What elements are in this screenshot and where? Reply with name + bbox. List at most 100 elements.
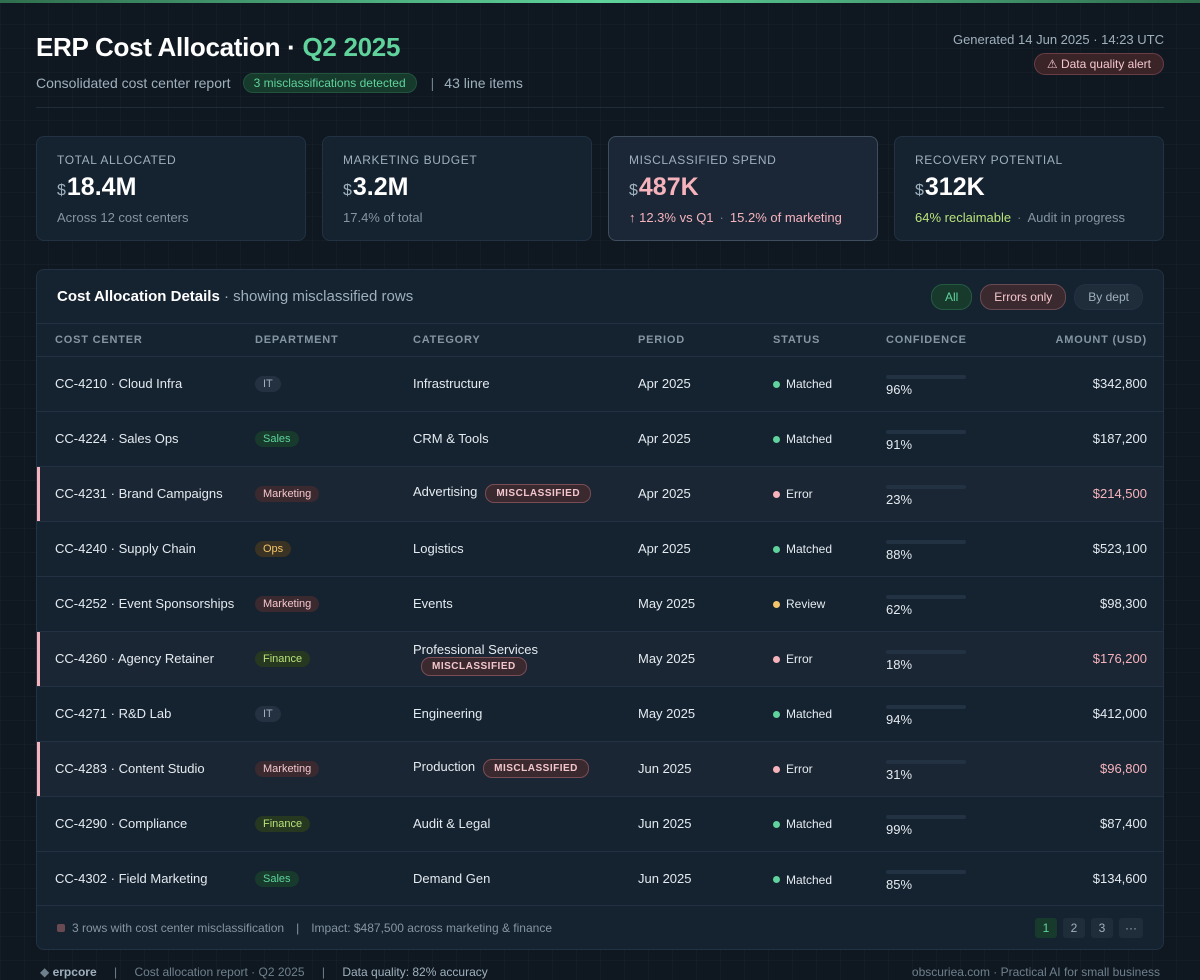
status-dot-icon xyxy=(773,600,780,608)
table-row[interactable]: CC-4290 · Compliance Finance Audit & Legal… xyxy=(37,796,1163,851)
category-cell: CRM & Tools xyxy=(395,411,620,466)
page-button-1[interactable]: 1 xyxy=(1035,917,1057,938)
department-tag: Marketing xyxy=(255,596,320,612)
confidence-value: 85% xyxy=(886,877,913,893)
status-label: Matched xyxy=(786,432,833,447)
status-cell: Matched xyxy=(755,521,868,576)
category-label: Events xyxy=(413,596,453,611)
category-label: Infrastructure xyxy=(413,376,490,391)
panel-title-muted: · showing misclassified rows xyxy=(223,288,414,305)
kpi-subtext: ↑ 12.3% vs Q1 · 15.2% of marketing xyxy=(629,210,857,225)
department-tag: Marketing xyxy=(255,761,320,777)
department-tag: IT xyxy=(255,706,281,722)
page-button-2[interactable]: 2 xyxy=(1063,917,1085,938)
confidence-bar xyxy=(886,595,966,599)
column-header-department[interactable]: DEPARTMENT xyxy=(237,324,395,356)
cost-center-cell: CC-4240 · Supply Chain xyxy=(37,521,237,576)
amount-cell: $523,100 xyxy=(988,521,1163,576)
period-cell: May 2025 xyxy=(620,631,755,686)
status-dot-icon xyxy=(773,490,780,498)
department-cell: IT xyxy=(237,356,395,411)
category-label: Engineering xyxy=(413,706,483,721)
misclassification-badge: 3 misclassifications detected xyxy=(242,73,417,93)
amount-value: $96,800 xyxy=(1100,761,1147,776)
column-header-cost-center[interactable]: COST CENTER xyxy=(37,324,237,356)
department-tag: Sales xyxy=(255,871,299,888)
amount-value: $342,800 xyxy=(1092,376,1147,391)
kpi-label: MISCLASSIFIED SPEND xyxy=(629,153,777,167)
status-indicator: Matched xyxy=(773,817,832,831)
table-row[interactable]: CC-4210 · Cloud Infra IT Infrastructure Apr… xyxy=(37,356,1163,411)
filter-errors-only[interactable]: Errors only xyxy=(980,283,1067,310)
amount-cell: $134,600 xyxy=(988,851,1163,906)
category-label: Professional Services xyxy=(413,641,538,657)
department-cell: Finance xyxy=(237,796,395,851)
period-cell: May 2025 xyxy=(620,686,755,741)
filter-by-dept[interactable]: By dept xyxy=(1074,283,1143,310)
filter-all[interactable]: All xyxy=(930,283,973,310)
category-label: Production xyxy=(413,759,476,774)
table-row[interactable]: CC-4240 · Supply Chain Ops Logistics Apr 20… xyxy=(37,521,1163,576)
table-row[interactable]: CC-4231 · Brand Campaigns Marketing Advert… xyxy=(37,466,1163,521)
column-header-category[interactable]: CATEGORY xyxy=(395,324,620,356)
status-indicator: Matched xyxy=(773,873,832,887)
cost-center-cell: CC-4260 · Agency Retainer xyxy=(37,631,237,686)
kpi-number: 312K xyxy=(924,173,985,201)
status-indicator: Matched xyxy=(773,432,832,446)
brand-part-b: core xyxy=(71,965,97,979)
category-cell: Advertising MISCLASSIFIED xyxy=(395,466,620,521)
cost-center-cell: CC-4271 · R&D Lab xyxy=(37,686,237,741)
confidence-value: 91% xyxy=(886,437,913,452)
kpi-row: TOTAL ALLOCATED $18.4M Across 12 cost ce… xyxy=(36,136,1164,241)
status-label: Matched xyxy=(786,707,833,722)
rows-note: 3 rows with cost center misclassificatio… xyxy=(72,920,285,935)
cost-center-cell: CC-4302 · Field Marketing xyxy=(37,851,237,906)
kpi-value: $487K xyxy=(629,173,857,202)
kpi-share: 15.2% of marketing xyxy=(729,210,842,225)
kpi-dot: · xyxy=(1017,210,1022,225)
kpi-misclassified-spend: MISCLASSIFIED SPEND $487K ↑ 12.3% vs Q1 ·… xyxy=(608,136,878,241)
column-header-confidence[interactable]: CONFIDENCE xyxy=(868,324,988,356)
period-label: Apr 2025 xyxy=(638,541,691,556)
table-row[interactable]: CC-4224 · Sales Ops Sales CRM & Tools Apr 2… xyxy=(37,411,1163,466)
column-header-period[interactable]: PERIOD xyxy=(620,324,755,356)
confidence-bar xyxy=(886,815,966,819)
amount-value: $523,100 xyxy=(1092,541,1147,556)
panel-footer-summary: 3 rows with cost center misclassificatio… xyxy=(57,921,552,935)
table-row[interactable]: CC-4283 · Content Studio Marketing Product… xyxy=(37,741,1163,796)
confidence-bar xyxy=(886,705,966,709)
confidence-value: 99% xyxy=(886,822,913,837)
column-header-amount[interactable]: AMOUNT (USD) xyxy=(988,324,1163,356)
table-row[interactable]: CC-4271 · R&D Lab IT Engineering May 2025 Ma… xyxy=(37,686,1163,741)
status-indicator: Error xyxy=(773,652,813,666)
cost-center-name: CC-4231 · Brand Campaigns xyxy=(55,486,223,501)
brand-logo: erpcore xyxy=(53,965,97,979)
amount-value: $176,200 xyxy=(1092,651,1147,666)
status-dot-icon xyxy=(773,710,780,718)
top-accent-line xyxy=(0,0,1200,3)
period-label: May 2025 xyxy=(638,706,696,721)
page-button-3[interactable]: 3 xyxy=(1091,917,1113,938)
table-row[interactable]: CC-4302 · Field Marketing Sales Demand Gen… xyxy=(37,851,1163,906)
amount-cell: $87,400 xyxy=(988,796,1163,851)
alert-label: Data quality alert xyxy=(1060,57,1151,71)
status-dot-icon xyxy=(773,380,780,388)
column-header-status[interactable]: STATUS xyxy=(755,324,868,356)
filter-group: All Errors only By dept xyxy=(930,283,1143,310)
department-cell: Marketing xyxy=(237,576,395,631)
confidence-cell: 85% xyxy=(868,851,988,906)
table-row[interactable]: CC-4252 · Event Sponsorships Marketing Eve… xyxy=(37,576,1163,631)
data-quality-alert[interactable]: ⚠ Data quality alert xyxy=(1033,53,1164,75)
confidence-value: 23% xyxy=(886,492,913,507)
category-label: Advertising xyxy=(413,484,478,499)
header-subline: Consolidated cost center report 3 miscla… xyxy=(36,73,1164,93)
kpi-number: 18.4M xyxy=(66,173,137,201)
amount-cell: $96,800 xyxy=(988,741,1163,796)
footer-separator: | xyxy=(113,965,118,979)
page-button-more[interactable]: ··· xyxy=(1119,917,1143,938)
confidence-value: 96% xyxy=(886,382,913,397)
table-row[interactable]: CC-4260 · Agency Retainer Finance Professi… xyxy=(37,631,1163,686)
panel-footer: 3 rows with cost center misclassificatio… xyxy=(37,905,1163,949)
confidence-cell: 31% xyxy=(868,741,988,796)
currency-symbol: $ xyxy=(915,182,924,199)
